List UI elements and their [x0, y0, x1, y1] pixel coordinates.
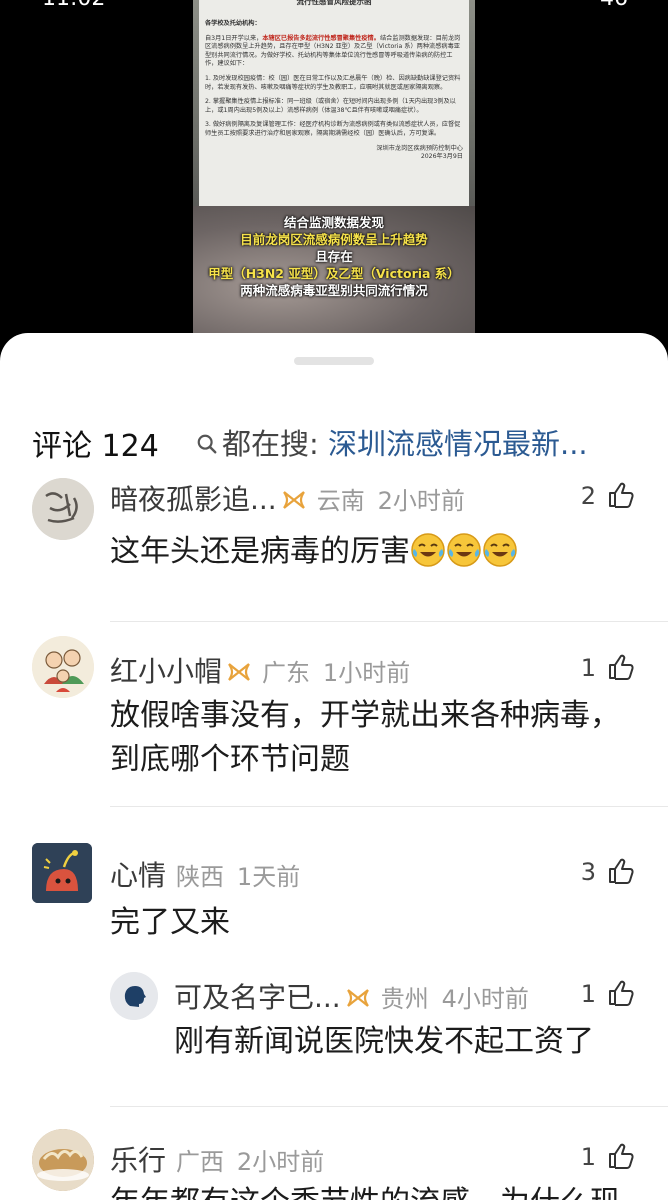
head-silhouette-avatar-icon — [110, 972, 158, 1020]
thumbs-up-icon — [609, 980, 634, 1006]
username[interactable]: 红小小帽 — [110, 655, 222, 688]
video-player[interactable]: 11:02 46 流行性感冒风险提示函 各学校及托幼机构： 自3月1日开学以来，… — [0, 0, 668, 340]
avatar[interactable] — [32, 636, 94, 698]
region: 云南 — [316, 487, 365, 515]
search-prefix: 都在搜: — [222, 427, 319, 461]
doc-title: 流行性感冒风险提示函 — [296, 0, 372, 6]
video-frame: 流行性感冒风险提示函 各学校及托幼机构： 自3月1日开学以来，本辖区已报告多起流… — [193, 0, 475, 340]
comment-header: 评论 124 都在搜: 深圳流感情况最新... — [0, 413, 668, 464]
comment-body: 这年头还是病毒的厉害 — [110, 534, 410, 569]
laughing-tears-emoji — [411, 533, 445, 567]
thumbs-up-icon — [609, 1143, 634, 1169]
vip-badge-icon — [346, 989, 369, 1007]
like-count: 3 — [580, 858, 596, 886]
vip-badge-icon — [228, 663, 250, 681]
avatar[interactable] — [32, 478, 94, 540]
username[interactable]: 暗夜孤影追... — [110, 483, 277, 516]
reply-text: 刚有新闻说医院快发不起工资了 — [174, 1024, 594, 1059]
avatar[interactable] — [110, 972, 158, 1020]
battery-level: 46 — [600, 0, 628, 11]
comment-meta: 心情 陕西 1天前 — [110, 854, 300, 894]
timestamp: 4小时前 — [441, 985, 529, 1013]
username[interactable]: 乐行 — [110, 1144, 166, 1177]
status-time: 11:02 — [42, 0, 105, 11]
like-count: 2 — [580, 482, 596, 510]
avatar[interactable] — [32, 843, 92, 903]
avatar[interactable] — [32, 1129, 94, 1191]
comment-text: 这年头还是病毒的厉害 — [110, 530, 650, 574]
comment-divider — [110, 806, 668, 807]
thumbs-up-icon — [609, 858, 634, 884]
doc-p1-highlight: 本辖区已报告多起流行性感冒聚集性疫情。 — [262, 34, 380, 42]
comment-sheet: 评论 124 都在搜: 深圳流感情况最新... 暗夜孤影追... 云南 2小时前 … — [0, 333, 668, 1200]
drag-handle[interactable] — [294, 357, 374, 365]
timestamp: 2小时前 — [236, 1148, 325, 1176]
laughing-tears-emoji — [483, 533, 517, 567]
like-button[interactable]: 1 — [581, 1141, 636, 1171]
region: 陕西 — [176, 863, 225, 891]
timestamp: 2小时前 — [377, 487, 465, 515]
comment-meta: 红小小帽 广东 1小时前 — [110, 650, 410, 690]
notice-document: 流行性感冒风险提示函 各学校及托幼机构： 自3月1日开学以来，本辖区已报告多起流… — [199, 0, 469, 206]
food-photo-avatar-icon — [32, 1129, 94, 1191]
trending-search-link[interactable]: 都在搜: 深圳流感情况最新... — [196, 421, 588, 463]
laughing-tears-emoji — [447, 533, 481, 567]
thumbs-up-icon — [609, 482, 634, 508]
red-creature-avatar-icon — [32, 843, 92, 903]
username[interactable]: 可及名字已... — [174, 981, 341, 1014]
comment-count: 评论 124 — [32, 429, 159, 464]
like-count: 1 — [580, 980, 596, 1008]
thumbs-up-icon — [609, 654, 634, 680]
doc-p1-lead: 自3月1日开学以来， — [205, 34, 263, 42]
reply-meta: 可及名字已... 贵州 4小时前 — [174, 976, 529, 1016]
like-count: 1 — [580, 1143, 596, 1171]
search-term: 深圳流感情况最新... — [328, 427, 588, 461]
comment-meta: 乐行 广西 2小时前 — [110, 1139, 324, 1179]
doc-paragraph-4: 3. 做好病例隔离及复课管理工作：经医疗机构诊断为流感病例或有类似流感症状人员，… — [205, 121, 461, 137]
region: 贵州 — [380, 985, 429, 1013]
caption-line-5: 两种流感病毒亚型别共同流行情况 — [240, 283, 428, 298]
comment-text: 年年都有这个季节性的流感，为什么现 — [110, 1181, 650, 1200]
doc-paragraph-3: 2. 掌握聚集性疫情上报标准：同一班级（或宿舍）在短时间内出现多例（1天内出现3… — [205, 98, 456, 114]
timestamp: 1天前 — [236, 863, 301, 891]
doc-paragraph-1: 自3月1日开学以来，本辖区已报告多起流行性感冒聚集性疫情。结合监测数据发现：目前… — [205, 35, 463, 69]
calligraphy-avatar-icon — [32, 478, 94, 540]
doc-paragraph-2: 1. 及时发现校园疫情：校（园）医在日常工作以及汇总晨午（晚）检、因病缺勤缺课登… — [205, 74, 461, 91]
like-button[interactable]: 2 — [581, 480, 636, 510]
search-icon — [197, 434, 217, 454]
vip-badge-icon — [282, 491, 305, 509]
comment-divider — [110, 621, 668, 622]
doc-signature: 深圳市龙岗区疾病预防控制中心 — [376, 144, 463, 152]
region: 广东 — [262, 659, 311, 687]
comment-text: 完了又来 — [110, 905, 230, 940]
comment-meta: 暗夜孤影追... 云南 2小时前 — [110, 478, 465, 518]
like-button[interactable]: 1 — [581, 652, 636, 682]
comment-text: 放假啥事没有，开学就出来各种病毒，到底哪个环节问题 — [110, 698, 620, 777]
cartoon-family-avatar-icon — [32, 636, 94, 698]
region: 广西 — [176, 1148, 225, 1176]
doc-greeting: 各学校及托幼机构： — [205, 20, 261, 27]
like-button[interactable]: 3 — [581, 856, 636, 886]
doc-date: 2026年3月9日 — [420, 153, 463, 161]
timestamp: 1小时前 — [322, 659, 411, 687]
comment-divider — [110, 1106, 668, 1107]
username[interactable]: 心情 — [110, 859, 166, 892]
like-button[interactable]: 1 — [581, 978, 636, 1008]
like-count: 1 — [580, 654, 596, 682]
